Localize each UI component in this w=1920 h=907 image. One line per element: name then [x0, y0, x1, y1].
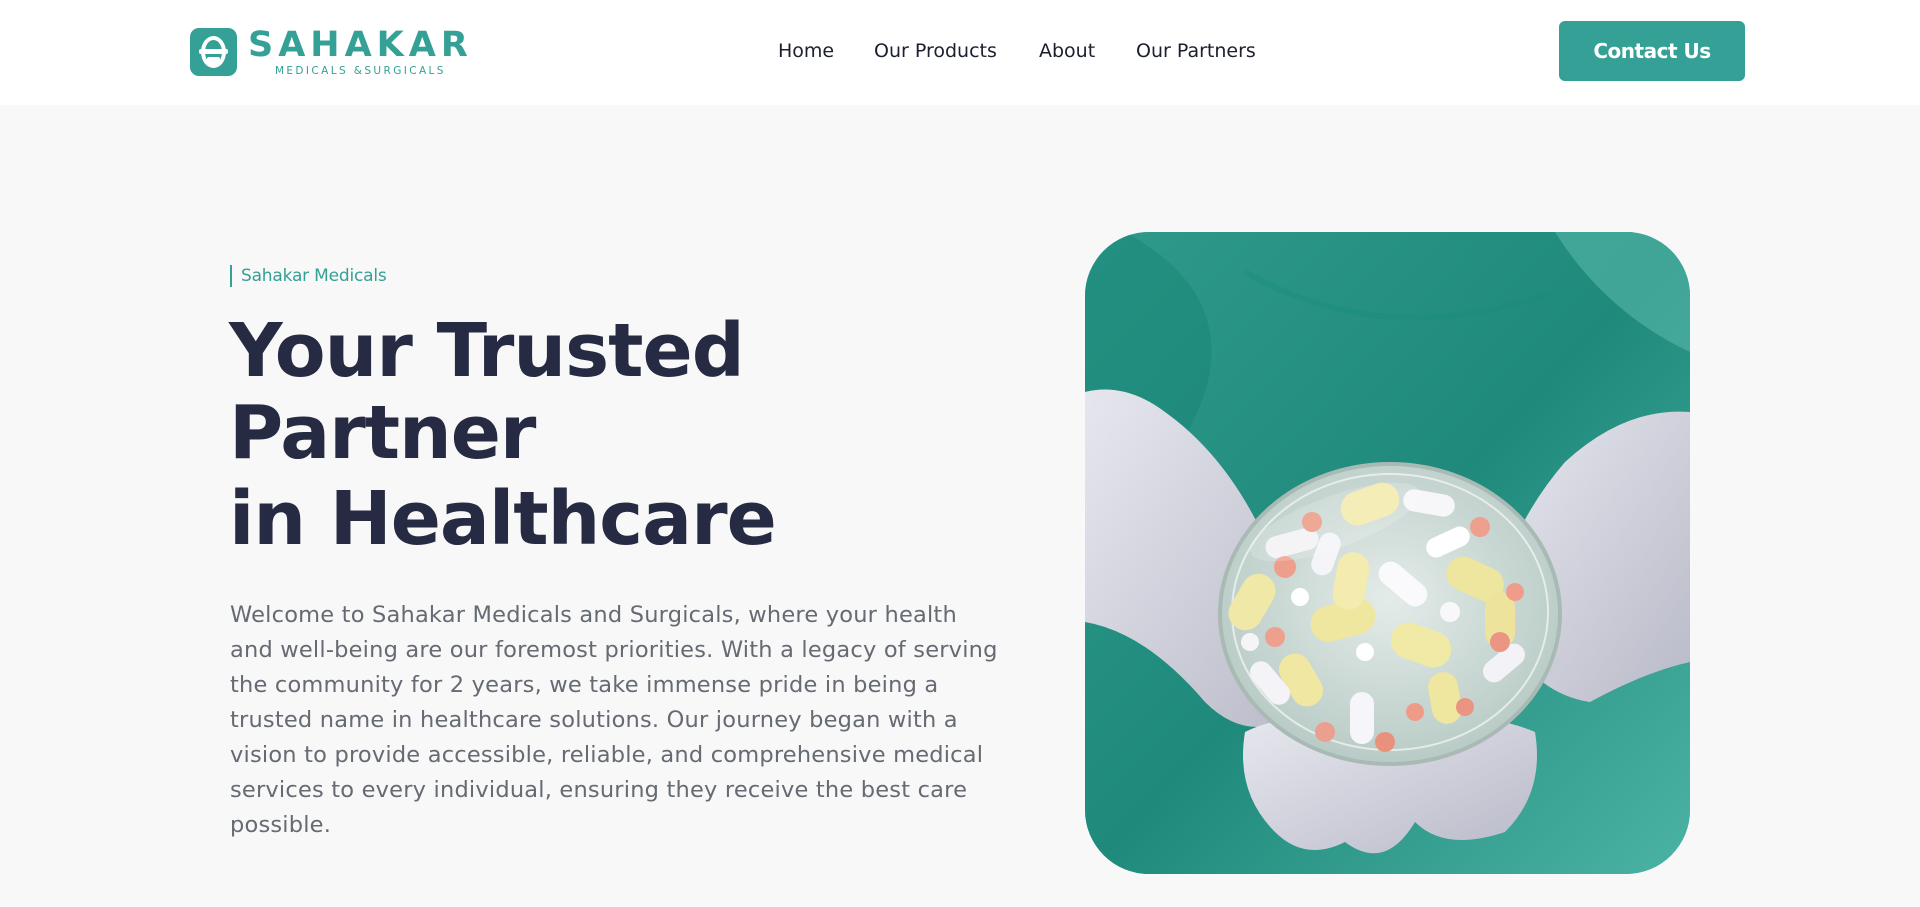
hero-eyebrow: Sahakar Medicals — [230, 265, 387, 287]
headline-line: Partner — [229, 390, 536, 476]
logo-badge-icon — [190, 27, 237, 76]
hero-image — [1085, 232, 1690, 874]
intro-line: services to every individual, ensuring t… — [230, 777, 968, 803]
intro-line: trusted name in healthcare solutions. Ou… — [230, 707, 958, 733]
intro-line: possible. — [230, 812, 332, 838]
intro-line: vision to provide accessible, reliable, … — [230, 742, 984, 768]
hero-headline: Your Trusted Partner in Healthcare — [229, 310, 869, 560]
headline-line: in Healthcare — [229, 476, 777, 562]
nav-item-home[interactable]: Home — [778, 38, 874, 64]
contact-us-button[interactable]: Contact Us — [1559, 21, 1745, 81]
main-nav: Home Our Products About Our Partners — [778, 38, 1256, 64]
brand-tagline: MEDICALS &SURGICALS — [274, 65, 446, 77]
headline-line: Your Trusted — [229, 308, 745, 394]
nav-item-our-partners[interactable]: Our Partners — [1136, 38, 1256, 64]
brand-name: SAHAKAR — [248, 25, 473, 65]
nav-item-about[interactable]: About — [1039, 38, 1136, 64]
nav-item-our-products[interactable]: Our Products — [874, 38, 1039, 64]
hero-intro-text: Welcome to Sahakar Medicals and Surgical… — [230, 598, 1000, 843]
intro-line: the community for 2 years, we take immen… — [230, 672, 939, 698]
brand-logo[interactable]: SAHAKAR MEDICALS &SURGICALS — [190, 26, 473, 77]
intro-line: Welcome to Sahakar Medicals and Surgical… — [230, 602, 957, 628]
intro-line: and well-being are our foremost prioriti… — [230, 637, 998, 663]
site-header: SAHAKAR MEDICALS &SURGICALS Home Our Pro… — [0, 0, 1920, 105]
brand-wordmark: SAHAKAR MEDICALS &SURGICALS — [248, 26, 473, 77]
